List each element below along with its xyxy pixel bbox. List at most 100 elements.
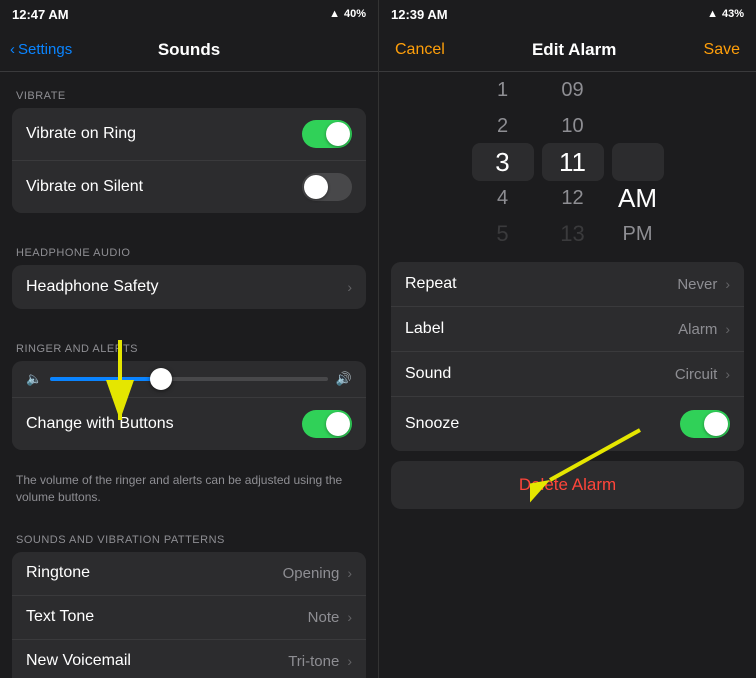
- vibrate-silent-toggle[interactable]: [302, 173, 352, 201]
- hour-item-5[interactable]: 5: [468, 216, 538, 252]
- alarm-label-value: Alarm ›: [678, 321, 730, 338]
- vibrate-ring-label: Vibrate on Ring: [26, 125, 136, 143]
- new-voicemail-value-text: Tri-tone: [288, 653, 339, 670]
- text-tone-value: Note ›: [308, 609, 352, 626]
- snooze-toggle[interactable]: [680, 410, 730, 438]
- text-tone-row[interactable]: Text Tone Note ›: [12, 596, 366, 640]
- alarm-label-row[interactable]: Label Alarm ›: [391, 307, 744, 352]
- snooze-row[interactable]: Snooze: [391, 397, 744, 451]
- sound-label: Sound: [405, 365, 451, 383]
- minute-item-12[interactable]: 12: [538, 180, 608, 216]
- headphone-safety-chevron: ›: [343, 279, 352, 295]
- time-picker[interactable]: 12 1 2 3 4 5 6 08 09 10 11 12 13: [379, 72, 756, 252]
- hour-item-3[interactable]: 3: [468, 144, 538, 180]
- new-voicemail-chevron: ›: [347, 653, 352, 669]
- ampm-column[interactable]: AM PM: [608, 72, 668, 252]
- volume-slider-row[interactable]: 🔈 🔊: [12, 361, 366, 398]
- change-buttons-label: Change with Buttons: [26, 415, 174, 433]
- chevron-right-icon: ›: [347, 279, 352, 295]
- right-panel: 12:39 AM ▲ 43% Cancel Edit Alarm Save 12…: [378, 0, 756, 678]
- am-item[interactable]: AM: [608, 180, 668, 216]
- vibrate-group: Vibrate on Ring Vibrate on Silent: [12, 108, 366, 213]
- right-status-bar: 12:39 AM ▲ 43%: [379, 0, 756, 28]
- text-tone-label: Text Tone: [26, 608, 94, 626]
- left-nav-bar: ‹ Settings Sounds: [0, 28, 378, 72]
- left-time: 12:47 AM: [12, 7, 69, 22]
- vibrate-silent-toggle-knob: [304, 175, 328, 199]
- minute-item-09[interactable]: 09: [538, 72, 608, 108]
- sound-chevron: ›: [725, 366, 730, 382]
- vibrate-ring-toggle[interactable]: [302, 120, 352, 148]
- battery-label: 40%: [344, 8, 366, 20]
- minute-column[interactable]: 08 09 10 11 12 13 14: [538, 72, 608, 252]
- sound-value: Circuit ›: [675, 366, 730, 383]
- minute-item-13[interactable]: 13: [538, 216, 608, 252]
- left-scroll-content: VIBRATE Vibrate on Ring Vibrate on Silen…: [0, 72, 378, 678]
- patterns-section-header: SOUNDS AND VIBRATION PATTERNS: [0, 516, 378, 552]
- change-buttons-row[interactable]: Change with Buttons: [12, 398, 366, 450]
- right-status-icons: ▲ 43%: [707, 8, 744, 20]
- alarm-label-label: Label: [405, 320, 444, 338]
- chevron-left-icon: ‹: [10, 41, 15, 58]
- repeat-value: Never ›: [677, 276, 730, 293]
- back-button[interactable]: ‹ Settings: [10, 41, 72, 58]
- sound-value-text: Circuit: [675, 366, 718, 383]
- right-time: 12:39 AM: [391, 7, 448, 22]
- delete-alarm-button[interactable]: Delete Alarm: [391, 461, 744, 509]
- volume-low-icon: 🔈: [26, 371, 42, 387]
- headphone-section-header: HEADPHONE AUDIO: [0, 229, 378, 265]
- text-tone-chevron: ›: [347, 609, 352, 625]
- vibrate-silent-row[interactable]: Vibrate on Silent: [12, 161, 366, 213]
- volume-slider-thumb[interactable]: [150, 368, 172, 390]
- patterns-group: Ringtone Opening › Text Tone Note › New …: [12, 552, 366, 678]
- minute-item-10[interactable]: 10: [538, 108, 608, 144]
- headphone-safety-row[interactable]: Headphone Safety ›: [12, 265, 366, 309]
- minute-item-11[interactable]: 11: [538, 144, 608, 180]
- pm-item[interactable]: PM: [608, 216, 668, 252]
- left-status-icons: ▲ 40%: [329, 8, 366, 20]
- repeat-row[interactable]: Repeat Never ›: [391, 262, 744, 307]
- cancel-button[interactable]: Cancel: [395, 41, 445, 59]
- right-wifi-icon: ▲: [707, 8, 718, 20]
- snooze-label: Snooze: [405, 415, 459, 433]
- ringer-group: 🔈 🔊 Change with Buttons: [12, 361, 366, 450]
- back-label: Settings: [18, 41, 72, 58]
- headphone-group: Headphone Safety ›: [12, 265, 366, 309]
- sound-row[interactable]: Sound Circuit ›: [391, 352, 744, 397]
- ringtone-chevron: ›: [347, 565, 352, 581]
- ampm-highlight: [612, 143, 664, 181]
- picker-columns: 12 1 2 3 4 5 6 08 09 10 11 12 13: [468, 72, 668, 252]
- ringtone-label: Ringtone: [26, 564, 90, 582]
- save-button[interactable]: Save: [704, 41, 740, 59]
- hour-column[interactable]: 12 1 2 3 4 5 6: [468, 72, 538, 252]
- volume-slider-track[interactable]: [50, 377, 328, 381]
- hour-item-2[interactable]: 2: [468, 108, 538, 144]
- volume-note: The volume of the ringer and alerts can …: [0, 466, 378, 516]
- alarm-label-chevron: ›: [725, 321, 730, 337]
- edit-alarm-title: Edit Alarm: [532, 40, 616, 60]
- snooze-toggle-knob: [704, 412, 728, 436]
- volume-slider-fill: [50, 377, 161, 381]
- ringtone-value-text: Opening: [283, 565, 340, 582]
- hour-item-1[interactable]: 1: [468, 72, 538, 108]
- change-buttons-toggle[interactable]: [302, 410, 352, 438]
- new-voicemail-row[interactable]: New Voicemail Tri-tone ›: [12, 640, 366, 678]
- left-panel: 12:47 AM ▲ 40% ‹ Settings Sounds VIBRATE…: [0, 0, 378, 678]
- ringer-section-header: RINGER AND ALERTS: [0, 325, 378, 361]
- right-battery-label: 43%: [722, 8, 744, 20]
- vibrate-silent-label: Vibrate on Silent: [26, 178, 143, 196]
- edit-alarm-nav: Cancel Edit Alarm Save: [379, 28, 756, 72]
- text-tone-value-text: Note: [308, 609, 340, 626]
- new-voicemail-label: New Voicemail: [26, 652, 131, 670]
- vibrate-ring-row[interactable]: Vibrate on Ring: [12, 108, 366, 161]
- repeat-chevron: ›: [725, 276, 730, 292]
- alarm-options-group: Repeat Never › Label Alarm › Sound: [391, 262, 744, 451]
- ringtone-row[interactable]: Ringtone Opening ›: [12, 552, 366, 596]
- change-buttons-knob: [326, 412, 350, 436]
- hour-item-4[interactable]: 4: [468, 180, 538, 216]
- ringtone-value: Opening ›: [283, 565, 352, 582]
- left-status-bar: 12:47 AM ▲ 40%: [0, 0, 378, 28]
- headphone-safety-label: Headphone Safety: [26, 278, 159, 296]
- vibrate-section-header: VIBRATE: [0, 72, 378, 108]
- alarm-settings: Repeat Never › Label Alarm › Sound: [379, 252, 756, 678]
